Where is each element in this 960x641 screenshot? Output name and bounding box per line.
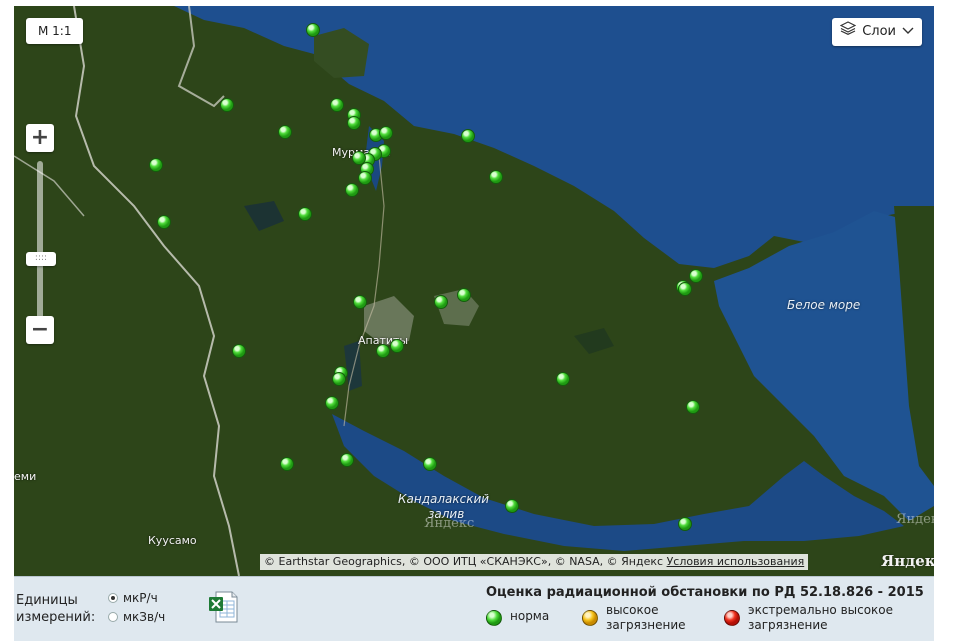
zoom-slider-handle[interactable]: ::::: [26, 252, 56, 266]
satellite-basemap: [14, 6, 934, 576]
unit-option-mksv[interactable]: мкЗв/ч: [108, 610, 165, 624]
station-marker-norm[interactable]: [330, 98, 344, 112]
legend-item-norm: норма: [486, 609, 549, 626]
legend-label: высокое загрязнение: [606, 603, 686, 632]
station-marker-norm[interactable]: [280, 457, 294, 471]
station-marker-norm[interactable]: [423, 457, 437, 471]
station-marker-norm[interactable]: [332, 372, 346, 386]
zoom-out-button[interactable]: −: [26, 316, 54, 344]
yandex-watermark: Яндекс: [424, 516, 475, 531]
orange-dot-icon: [582, 610, 598, 626]
station-marker-norm[interactable]: [278, 125, 292, 139]
station-marker-norm[interactable]: [358, 171, 372, 185]
station-marker-norm[interactable]: [689, 269, 703, 283]
unit-option-mkr[interactable]: мкР/ч: [108, 591, 158, 605]
station-marker-norm[interactable]: [345, 183, 359, 197]
station-marker-norm[interactable]: [149, 158, 163, 172]
map-viewport[interactable]: Мурманск Апатиты Белое море Кандалакский…: [14, 6, 934, 576]
station-marker-norm[interactable]: [556, 372, 570, 386]
scale-button[interactable]: М 1:1: [26, 18, 84, 44]
station-marker-norm[interactable]: [461, 129, 475, 143]
station-marker-norm[interactable]: [325, 396, 339, 410]
terms-of-use-link[interactable]: Условия использования: [667, 555, 805, 568]
station-marker-norm[interactable]: [340, 453, 354, 467]
copyright-text: © Earthstar Geographics, © ООО ИТЦ «СКАН…: [264, 555, 664, 568]
station-marker-norm[interactable]: [686, 400, 700, 414]
units-label: Единицы измерений:: [16, 592, 95, 626]
excel-icon[interactable]: [208, 591, 238, 623]
legend-label: экстремально высокое загрязнение: [748, 603, 894, 632]
gulf-label-line1: Кандалакский: [398, 492, 490, 506]
station-marker-norm[interactable]: [379, 126, 393, 140]
station-marker-norm[interactable]: [376, 344, 390, 358]
station-marker-norm[interactable]: [157, 215, 171, 229]
layers-icon: [839, 18, 857, 46]
sea-label-white-sea: Белое море: [787, 298, 861, 312]
station-marker-norm[interactable]: [390, 339, 404, 353]
unit-option-label: мкР/ч: [123, 591, 158, 605]
station-marker-norm[interactable]: [489, 170, 503, 184]
station-marker-norm[interactable]: [434, 295, 448, 309]
zoom-slider-track[interactable]: [37, 161, 43, 321]
green-dot-icon: [486, 610, 502, 626]
station-marker-norm[interactable]: [457, 288, 471, 302]
units-label-line1: Единицы: [16, 593, 78, 608]
city-label-edge: еми: [14, 470, 37, 483]
yandex-logo[interactable]: Яндекс: [881, 552, 934, 570]
legend-label: норма: [510, 609, 550, 623]
chevron-down-icon: [902, 18, 914, 46]
city-label-kuusamo: Куусамо: [148, 534, 197, 547]
station-marker-norm[interactable]: [678, 517, 692, 531]
map-copyright: © Earthstar Geographics, © ООО ИТЦ «СКАН…: [260, 554, 809, 570]
station-marker-norm[interactable]: [347, 116, 361, 130]
station-marker-norm[interactable]: [505, 499, 519, 513]
legend-title: Оценка радиационной обстановки по РД 52.…: [486, 585, 924, 600]
station-marker-norm[interactable]: [306, 23, 320, 37]
unit-option-label: мкЗв/ч: [123, 610, 166, 624]
radio-unselected-icon[interactable]: [108, 612, 118, 622]
station-marker-norm[interactable]: [678, 282, 692, 296]
legend-item-extreme: экстремально высокое загрязнение: [724, 603, 893, 633]
station-marker-norm[interactable]: [220, 98, 234, 112]
units-label-line2: измерений:: [16, 610, 96, 625]
red-dot-icon: [724, 610, 740, 626]
layers-label: Слои: [862, 24, 896, 39]
station-marker-norm[interactable]: [232, 344, 246, 358]
zoom-in-button[interactable]: +: [26, 124, 54, 152]
legend-item-high: высокое загрязнение: [582, 603, 686, 633]
yandex-watermark: Яндекс: [896, 512, 934, 527]
legend-panel: Единицы измерений: мкР/ч мкЗв/ч Оценка р…: [14, 576, 934, 641]
station-marker-norm[interactable]: [353, 295, 367, 309]
layers-button[interactable]: Слои: [832, 18, 922, 46]
station-marker-norm[interactable]: [298, 207, 312, 221]
radio-selected-icon[interactable]: [108, 593, 118, 603]
